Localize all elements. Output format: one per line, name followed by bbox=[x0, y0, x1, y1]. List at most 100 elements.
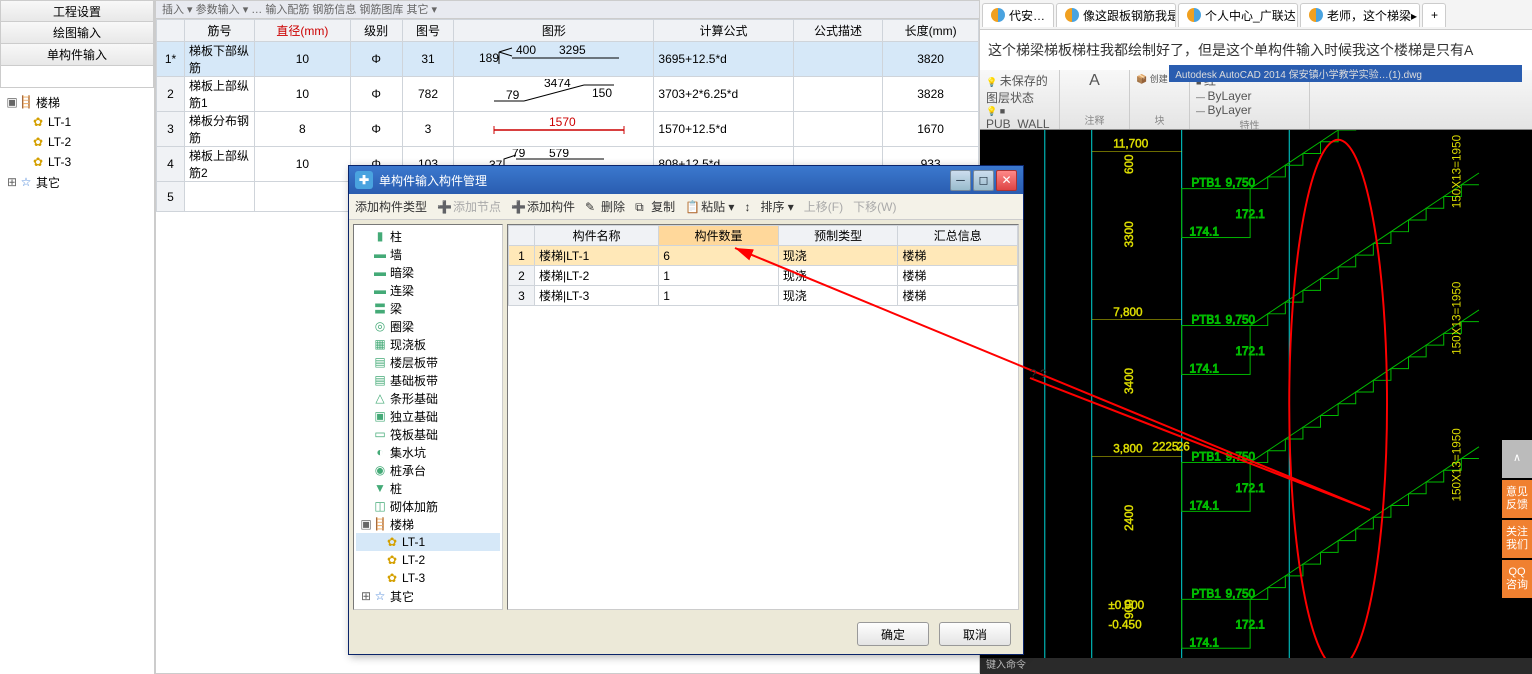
tree-node-other[interactable]: ⊞ ☆ 其它 bbox=[2, 172, 152, 192]
table-row[interactable]: 3梯板分布钢筋8Φ315701570+12.5*d1670 bbox=[157, 112, 979, 147]
tree-item[interactable]: ▤基础板带 bbox=[356, 371, 500, 389]
tree-item[interactable]: ◉桩承台 bbox=[356, 461, 500, 479]
col-header[interactable]: 图形 bbox=[454, 20, 654, 42]
col-header[interactable]: 长度(mm) bbox=[883, 20, 979, 42]
col-header-diam[interactable]: 直径(mm) bbox=[255, 20, 351, 42]
btn-draw-input[interactable]: 绘图输入 bbox=[0, 22, 154, 44]
svg-text:3474: 3474 bbox=[544, 79, 571, 90]
btn-project-settings[interactable]: 工程设置 bbox=[0, 0, 154, 22]
tree-item[interactable]: ◫砌体加筋 bbox=[356, 497, 500, 515]
dialog-footer: 确定 取消 bbox=[349, 614, 1023, 654]
tree-label: 楼梯 bbox=[36, 94, 60, 111]
tree-item-lt[interactable]: ✿LT-1 bbox=[356, 533, 500, 551]
tree-node-stair[interactable]: ▣🪜楼梯 bbox=[356, 515, 500, 533]
col-header[interactable]: 计算公式 bbox=[654, 20, 793, 42]
tb-down[interactable]: 下移(W) bbox=[853, 198, 896, 215]
sidebar-search-input[interactable] bbox=[0, 66, 154, 88]
tree-item-lt2[interactable]: ✿LT-2 bbox=[26, 132, 152, 152]
tree-item[interactable]: ▮柱 bbox=[356, 227, 500, 245]
table-row[interactable]: 2梯板上部纵筋110Φ7827934741503703+2*6.25*d3828 bbox=[157, 77, 979, 112]
svg-text:PTB1: PTB1 bbox=[1191, 177, 1220, 190]
tree-item-lt[interactable]: ✿LT-2 bbox=[356, 551, 500, 569]
float-follow[interactable]: 关注我们 bbox=[1502, 520, 1532, 558]
tree-item[interactable]: ▦现浇板 bbox=[356, 335, 500, 353]
svg-text:600: 600 bbox=[1123, 154, 1136, 174]
tree-item[interactable]: ▬墙 bbox=[356, 245, 500, 263]
tb-add-node[interactable]: ➕添加节点 bbox=[437, 198, 501, 215]
tree-item[interactable]: ◐集水坑 bbox=[356, 443, 500, 461]
main-toolbar[interactable]: 插入 ▾ 参数输入 ▾ … 输入配筋 钢筋信息 钢筋图库 其它 ▾ bbox=[156, 1, 979, 19]
col-header[interactable]: 图号 bbox=[402, 20, 454, 42]
minimize-button[interactable]: ─ bbox=[950, 170, 971, 191]
tree-item[interactable]: ▭筏板基础 bbox=[356, 425, 500, 443]
float-qq[interactable]: QQ咨询 bbox=[1502, 560, 1532, 598]
autocad-window: Autodesk AutoCAD 2014 保安镇小学教学实验…(1).dwg … bbox=[980, 70, 1532, 674]
tb-add-type[interactable]: 添加构件类型 bbox=[355, 198, 427, 215]
svg-text:79: 79 bbox=[512, 149, 526, 160]
acad-titlebar: Autodesk AutoCAD 2014 保安镇小学教学实验…(1).dwg bbox=[1169, 65, 1522, 82]
tb-add-member[interactable]: ➕添加构件 bbox=[511, 198, 575, 215]
btn-single-member-input[interactable]: 单构件输入 bbox=[0, 44, 154, 66]
sort-icon: ↕ bbox=[744, 200, 758, 214]
expander-icon[interactable]: ⊞ bbox=[6, 175, 18, 189]
cancel-button[interactable]: 取消 bbox=[939, 622, 1011, 646]
dialog-titlebar[interactable]: ✚ 单构件输入构件管理 ─ ◻ ✕ bbox=[349, 166, 1023, 194]
tree-item-lt3[interactable]: ✿LT-3 bbox=[26, 152, 152, 172]
svg-text:79: 79 bbox=[506, 88, 520, 102]
member-row[interactable]: 3楼梯|LT-31现浇楼梯 bbox=[509, 286, 1018, 306]
member-row[interactable]: 2楼梯|LT-21现浇楼梯 bbox=[509, 266, 1018, 286]
browser-tab[interactable]: 个人中心_广联达… bbox=[1178, 3, 1298, 27]
tb-sort[interactable]: ↕排序 ▾ bbox=[744, 198, 793, 215]
browser-tab[interactable]: 代安… bbox=[982, 3, 1054, 27]
col-header[interactable]: 构件名称 bbox=[535, 226, 659, 246]
tree-item[interactable]: ▬暗梁 bbox=[356, 263, 500, 281]
col-header[interactable]: 汇总信息 bbox=[898, 226, 1018, 246]
col-header[interactable]: 预制类型 bbox=[778, 226, 898, 246]
tree-item[interactable]: ▬连梁 bbox=[356, 281, 500, 299]
tb-paste[interactable]: 📋粘贴 ▾ bbox=[685, 198, 734, 215]
tb-delete[interactable]: ✎删除 bbox=[585, 198, 625, 215]
tb-copy[interactable]: ⧉复制 bbox=[635, 198, 675, 215]
dialog-left-tree[interactable]: ▮柱▬墙▬暗梁▬连梁〓梁◎圈梁▦现浇板▤楼层板带▤基础板带△条形基础▣独立基础▭… bbox=[353, 224, 503, 610]
svg-text:150X13=1950: 150X13=1950 bbox=[1450, 428, 1463, 502]
dialog-title-text: 单构件输入构件管理 bbox=[379, 172, 487, 189]
svg-text:-0.450: -0.450 bbox=[1108, 619, 1142, 632]
browser-tab[interactable]: 像这跟板钢筋我是… bbox=[1056, 3, 1176, 27]
table-row[interactable]: 1*梯板下部纵筋10Φ3118940032953695+12.5*d3820 bbox=[157, 42, 979, 77]
member-row[interactable]: 1楼梯|LT-16现浇楼梯 bbox=[509, 246, 1018, 266]
tree-item[interactable]: △条形基础 bbox=[356, 389, 500, 407]
tree-item[interactable]: ▤楼层板带 bbox=[356, 353, 500, 371]
tree-item[interactable]: ▼桩 bbox=[356, 479, 500, 497]
float-feedback[interactable]: 意见反馈 bbox=[1502, 480, 1532, 518]
svg-text:189: 189 bbox=[479, 51, 499, 65]
tree-item[interactable]: ◎圈梁 bbox=[356, 317, 500, 335]
tree-node-stair[interactable]: ▣ 🪜 楼梯 bbox=[2, 92, 152, 112]
tree-item[interactable]: 〓梁 bbox=[356, 299, 500, 317]
paste-icon: 📋 bbox=[685, 200, 699, 214]
browser-tab[interactable]: 老师，这个梯梁▸ bbox=[1300, 3, 1420, 27]
acad-canvas[interactable]: 11,700 7,800 3,800 ±0.000 -0.450 600 330… bbox=[980, 130, 1532, 658]
col-header[interactable]: 公式描述 bbox=[793, 20, 883, 42]
side-float-buttons: ∧ 意见反馈 关注我们 QQ咨询 bbox=[1502, 440, 1532, 600]
tree-label: 其它 bbox=[36, 174, 60, 191]
tree-node-other[interactable]: ⊞☆其它 bbox=[356, 587, 500, 605]
close-button[interactable]: ✕ bbox=[996, 170, 1017, 191]
dialog-toolbar: 添加构件类型 ➕添加节点 ➕添加构件 ✎删除 ⧉复制 📋粘贴 ▾ ↕排序 ▾ 上… bbox=[349, 194, 1023, 220]
ok-button[interactable]: 确定 bbox=[857, 622, 929, 646]
maximize-button[interactable]: ◻ bbox=[973, 170, 994, 191]
tree-item-lt[interactable]: ✿LT-3 bbox=[356, 569, 500, 587]
member-grid[interactable]: 构件名称 构件数量 预制类型 汇总信息 1楼梯|LT-16现浇楼梯2楼梯|LT-… bbox=[508, 225, 1018, 306]
tb-up[interactable]: 上移(F) bbox=[804, 198, 843, 215]
col-header[interactable]: 筋号 bbox=[185, 20, 255, 42]
svg-text:1570: 1570 bbox=[549, 115, 576, 129]
folder-icon: 🪜 bbox=[18, 95, 34, 109]
gear-icon: ✿ bbox=[30, 135, 46, 149]
new-tab-button[interactable]: + bbox=[1422, 3, 1446, 27]
col-header[interactable]: 级别 bbox=[350, 20, 402, 42]
question-text: 这个梯梁梯板梯柱我都绘制好了，但是这个单构件输入时候我这个楼梯是只有A bbox=[980, 30, 1532, 70]
tree-item-lt1[interactable]: ✿LT-1 bbox=[26, 112, 152, 132]
expander-icon[interactable]: ▣ bbox=[6, 95, 18, 109]
float-top[interactable]: ∧ bbox=[1502, 440, 1532, 478]
tree-item[interactable]: ▣独立基础 bbox=[356, 407, 500, 425]
col-header-qty[interactable]: 构件数量 bbox=[659, 226, 779, 246]
